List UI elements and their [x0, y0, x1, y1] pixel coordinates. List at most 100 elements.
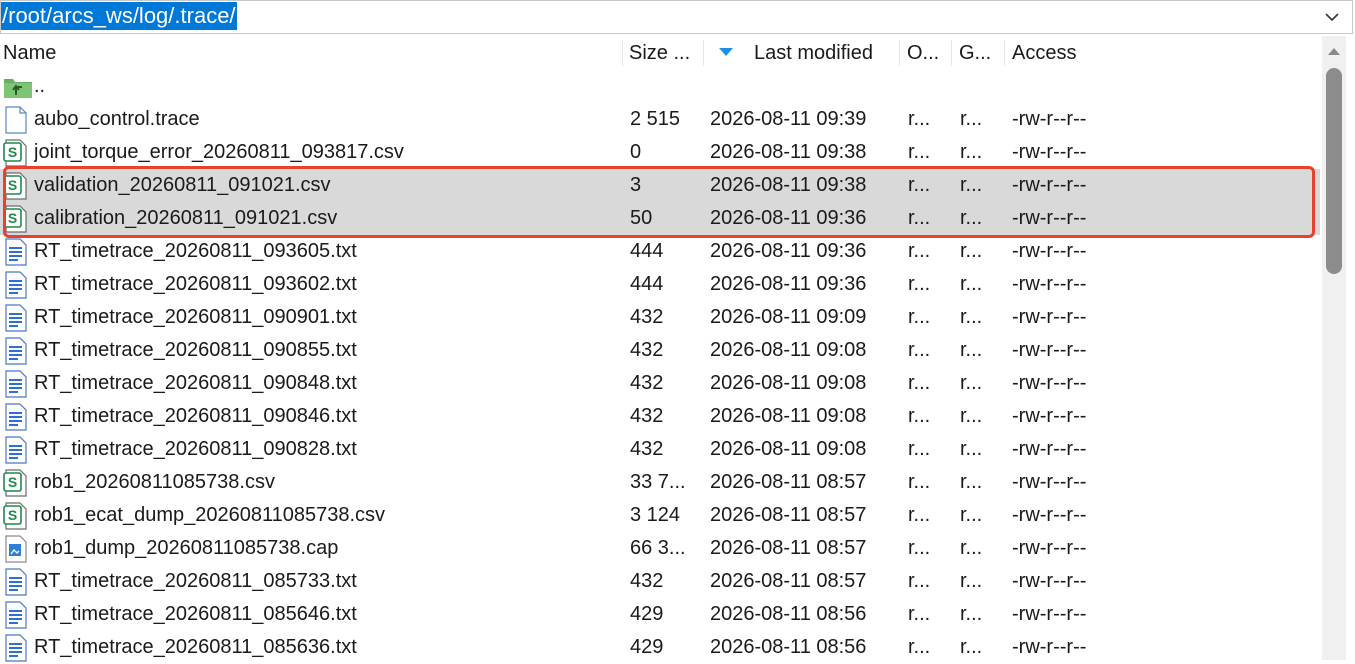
spreadsheet-icon: S	[3, 502, 27, 530]
file-access: -rw-r--r--	[1012, 570, 1087, 592]
file-size: 2 515	[630, 108, 681, 130]
file-row[interactable]: RT_timetrace_20260811_085646.txt 429 2026-…	[0, 598, 1320, 631]
file-size: 0	[630, 141, 642, 163]
parent-directory-row[interactable]: ..	[0, 70, 1320, 103]
file-owner: r...	[908, 405, 931, 427]
file-name: RT_timetrace_20260811_090901.txt	[34, 306, 357, 328]
file-name: rob1_20260811085738.csv	[34, 471, 275, 493]
file-name: RT_timetrace_20260811_085646.txt	[34, 603, 357, 625]
chevron-down-icon[interactable]	[1322, 7, 1342, 27]
file-size: 66 3...	[630, 537, 686, 559]
file-row[interactable]: RT_timetrace_20260811_090848.txt 432 2026-…	[0, 367, 1320, 400]
file-name: RT_timetrace_20260811_090828.txt	[34, 438, 357, 460]
file-row[interactable]: RT_timetrace_20260811_090828.txt 432 2026-…	[0, 433, 1320, 466]
scroll-up-arrow-icon[interactable]	[1328, 48, 1340, 55]
file-owner: r...	[908, 636, 931, 658]
file-row[interactable]: rob1_dump_20260811085738.cap 66 3... 2026-…	[0, 532, 1320, 565]
file-last-modified: 2026-08-11 08:57	[710, 504, 867, 526]
file-owner: r...	[908, 273, 931, 295]
file-last-modified: 2026-08-11 09:08	[710, 438, 867, 460]
column-name-header[interactable]: Name	[3, 36, 613, 70]
text-file-icon	[5, 568, 27, 596]
file-owner: r...	[908, 306, 931, 328]
file-row[interactable]: RT_timetrace_20260811_090846.txt 432 2026-…	[0, 400, 1320, 433]
file-last-modified: 2026-08-11 08:56	[710, 603, 867, 625]
column-divider[interactable]	[622, 40, 623, 66]
file-row[interactable]: aubo_control.trace 2 515 2026-08-11 09:39 r…	[0, 103, 1320, 136]
file-size: 33 7...	[630, 471, 686, 493]
file-last-modified: 2026-08-11 08:56	[710, 636, 867, 658]
file-last-modified: 2026-08-11 09:39	[710, 108, 867, 130]
column-owner-header[interactable]: O...	[907, 36, 949, 70]
file-access: -rw-r--r--	[1012, 537, 1087, 559]
file-owner: r...	[908, 438, 931, 460]
file-group: r...	[960, 174, 983, 196]
file-name: aubo_control.trace	[34, 108, 200, 130]
file-name: joint_torque_error_20260811_093817.csv	[34, 141, 404, 163]
path-input-text[interactable]: /root/arcs_ws/log/.trace/	[1, 2, 237, 30]
column-group-header[interactable]: G...	[959, 36, 1001, 70]
file-name: rob1_ecat_dump_20260811085738.csv	[34, 504, 386, 526]
text-file-icon	[5, 436, 27, 464]
file-access: -rw-r--r--	[1012, 372, 1087, 394]
column-divider[interactable]	[899, 40, 900, 66]
file-access: -rw-r--r--	[1012, 273, 1087, 295]
file-size: 429	[630, 603, 664, 625]
file-name: RT_timetrace_20260811_093602.txt	[34, 273, 357, 295]
file-row[interactable]: Scalibration_20260811_091021.csv 50 2026-0…	[0, 202, 1320, 235]
file-row[interactable]: Srob1_ecat_dump_20260811085738.csv 3 124 2…	[0, 499, 1320, 532]
file-size: 444	[630, 273, 664, 295]
column-divider[interactable]	[951, 40, 952, 66]
column-divider[interactable]	[1004, 40, 1005, 66]
file-row[interactable]: RT_timetrace_20260811_090855.txt 432 2026-…	[0, 334, 1320, 367]
file-group: r...	[960, 405, 983, 427]
file-size: 432	[630, 570, 664, 592]
file-row[interactable]: RT_timetrace_20260811_093605.txt 444 2026-…	[0, 235, 1320, 268]
file-access: -rw-r--r--	[1012, 471, 1087, 493]
file-group: r...	[960, 438, 983, 460]
file-name: RT_timetrace_20260811_093605.txt	[34, 240, 357, 262]
column-access-header[interactable]: Access	[1012, 36, 1152, 70]
svg-text:S: S	[8, 177, 17, 193]
file-last-modified: 2026-08-11 08:57	[710, 570, 867, 592]
column-divider[interactable]	[703, 40, 704, 66]
file-last-modified: 2026-08-11 09:08	[710, 372, 867, 394]
spreadsheet-icon: S	[3, 172, 27, 200]
file-group: r...	[960, 207, 983, 229]
file-group: r...	[960, 108, 983, 130]
file-name: rob1_dump_20260811085738.cap	[34, 537, 339, 559]
scrollbar-thumb[interactable]	[1326, 68, 1342, 274]
file-access: -rw-r--r--	[1012, 339, 1087, 361]
parent-directory-label: ..	[34, 75, 46, 97]
file-name: validation_20260811_091021.csv	[34, 174, 331, 196]
vertical-scrollbar[interactable]	[1322, 36, 1346, 660]
file-row[interactable]: Sjoint_torque_error_20260811_093817.csv 0…	[0, 136, 1320, 169]
file-row[interactable]: Srob1_20260811085738.csv 33 7... 2026-08-1…	[0, 466, 1320, 499]
file-row[interactable]: RT_timetrace_20260811_093602.txt 444 2026-…	[0, 268, 1320, 301]
file-name: RT_timetrace_20260811_090846.txt	[34, 405, 357, 427]
file-row[interactable]: RT_timetrace_20260811_085733.txt 432 2026-…	[0, 565, 1320, 598]
file-owner: r...	[908, 570, 931, 592]
file-row[interactable]: RT_timetrace_20260811_090901.txt 432 2026-…	[0, 301, 1320, 334]
path-bar[interactable]: /root/arcs_ws/log/.trace/	[0, 0, 1353, 34]
file-size: 432	[630, 405, 664, 427]
file-row[interactable]: Svalidation_20260811_091021.csv 3 2026-08-…	[0, 169, 1320, 202]
file-group: r...	[960, 570, 983, 592]
file-access: -rw-r--r--	[1012, 207, 1087, 229]
file-row[interactable]: RT_timetrace_20260811_085636.txt 429 2026-…	[0, 631, 1320, 664]
column-size-header[interactable]: Size ...	[629, 36, 701, 70]
file-access: -rw-r--r--	[1012, 405, 1087, 427]
file-owner: r...	[908, 207, 931, 229]
file-group: r...	[960, 471, 983, 493]
file-last-modified: 2026-08-11 09:38	[710, 141, 867, 163]
file-size: 3 124	[630, 504, 681, 526]
column-header: Name Size ... Last modified O... G... Ac…	[0, 36, 1320, 70]
file-access: -rw-r--r--	[1012, 636, 1087, 658]
file-name: RT_timetrace_20260811_085636.txt	[34, 636, 357, 658]
file-owner: r...	[908, 339, 931, 361]
text-file-icon	[5, 403, 27, 431]
column-last-modified-header[interactable]: Last modified	[754, 36, 894, 70]
file-group: r...	[960, 636, 983, 658]
file-access: -rw-r--r--	[1012, 603, 1087, 625]
svg-text:S: S	[8, 210, 17, 226]
